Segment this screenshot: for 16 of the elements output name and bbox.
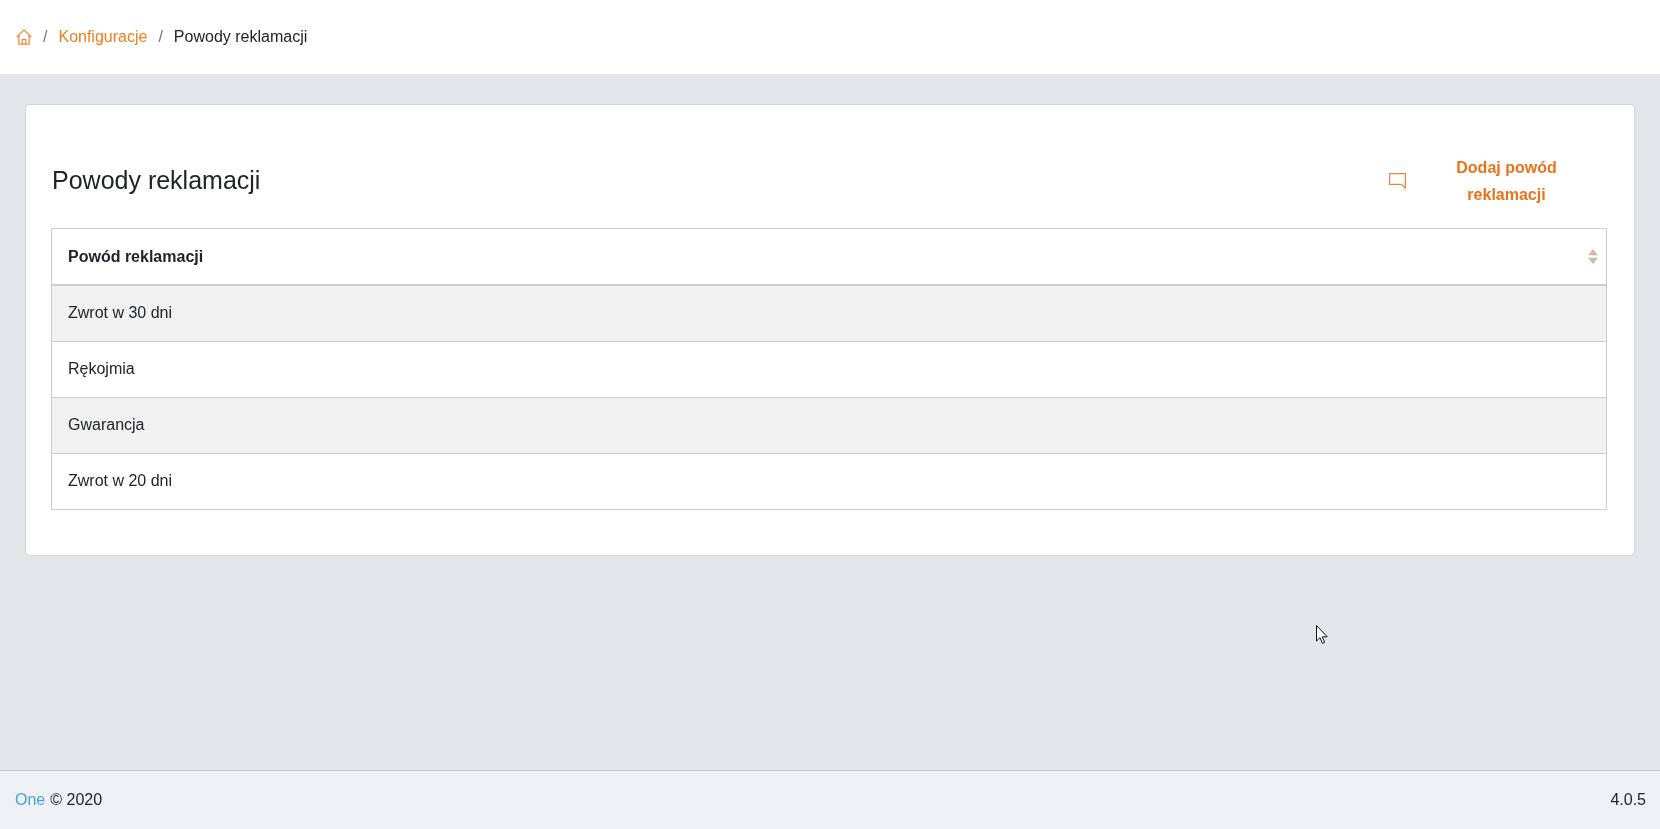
page-title: Powody reklamacji bbox=[52, 166, 261, 195]
breadcrumb-separator: / bbox=[158, 27, 163, 47]
breadcrumb-current: Powody reklamacji bbox=[173, 27, 308, 47]
mouse-pointer-icon bbox=[1316, 625, 1328, 644]
breadcrumb-separator: / bbox=[43, 27, 48, 47]
home-icon[interactable] bbox=[16, 29, 32, 45]
table-cell: Zwrot w 30 dni bbox=[51, 285, 1607, 341]
comment-icon bbox=[1389, 172, 1406, 189]
brand-link[interactable]: One bbox=[15, 791, 46, 809]
add-reason-button[interactable]: Dodaj powód reklamacji bbox=[1385, 153, 1607, 208]
table-cell: Gwarancja bbox=[51, 397, 1607, 453]
sort-icon[interactable] bbox=[1588, 249, 1598, 264]
table-cell: Zwrot w 20 dni bbox=[51, 453, 1607, 509]
version-text: 4.0.5 bbox=[1610, 791, 1646, 809]
copyright-text: © 2020 bbox=[50, 791, 103, 809]
breadcrumb-link[interactable]: Konfiguracje bbox=[58, 27, 148, 47]
